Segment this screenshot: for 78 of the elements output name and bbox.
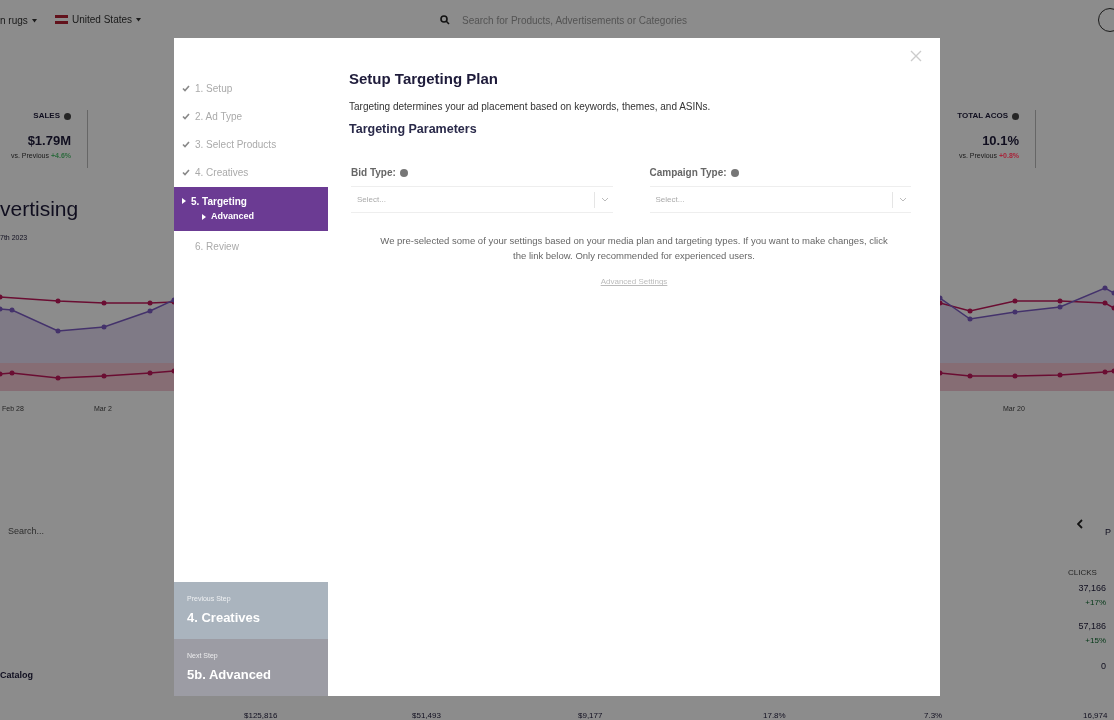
step-item[interactable]: 2. Ad Type <box>174 102 328 130</box>
step-item[interactable]: 5. Targeting Advanced <box>174 187 328 231</box>
step-item[interactable]: 4. Creatives <box>174 158 328 186</box>
sub-step-item[interactable]: Advanced <box>211 210 254 224</box>
data-point <box>55 375 61 381</box>
metric-value: $1.79M <box>27 132 71 150</box>
field-label: Bid Type: <box>351 166 396 181</box>
metric-label: TOTAL ACOS <box>957 110 1008 122</box>
table-cell: 16,974 <box>1083 711 1108 720</box>
data-point <box>9 370 15 376</box>
search-icon <box>440 15 450 25</box>
data-point <box>1111 290 1114 296</box>
metric-label: SALES <box>33 110 60 122</box>
data-point <box>1012 309 1018 315</box>
caret-icon <box>182 198 186 204</box>
field-label: Campaign Type: <box>649 166 727 181</box>
select-field[interactable]: Select... <box>649 186 911 214</box>
data-point <box>0 371 3 377</box>
data-point <box>967 308 973 314</box>
data-point <box>1111 368 1114 374</box>
step-item[interactable]: 6. Review <box>174 232 328 260</box>
info-icon <box>64 112 71 120</box>
chevron-down-icon <box>899 197 907 203</box>
data-point <box>1102 285 1108 291</box>
data-point <box>55 328 61 334</box>
info-icon <box>399 168 408 177</box>
table-cell: $125,816 <box>244 711 278 720</box>
chevron-down-icon <box>600 197 609 203</box>
info-icon <box>1012 112 1019 120</box>
data-point <box>1111 305 1114 311</box>
country-selector[interactable]: United States <box>55 12 142 27</box>
store-selector[interactable]: n rugs <box>0 13 37 28</box>
change-label: +15% <box>1085 634 1106 647</box>
data-point <box>55 298 61 304</box>
step-item[interactable]: 3. Select Products <box>174 130 328 158</box>
step-item[interactable]: 1. Setup <box>174 74 328 102</box>
data-point <box>967 373 973 379</box>
info-icon <box>730 168 739 177</box>
data-point <box>1012 298 1018 304</box>
data-point <box>0 294 3 300</box>
row-label: Catalog <box>0 670 33 680</box>
table-cell: 7.3% <box>924 711 943 720</box>
column-header[interactable]: CLICKS <box>1068 568 1097 577</box>
select-field[interactable]: Select... <box>351 186 613 214</box>
caret-icon <box>31 18 37 23</box>
data-point <box>101 373 107 379</box>
flag-icon <box>55 15 68 24</box>
data-point <box>1012 373 1018 379</box>
data-point <box>147 370 153 376</box>
data-point <box>967 316 973 322</box>
table-cell-text: 0 <box>1101 660 1106 673</box>
table-cell: $51,493 <box>412 711 441 720</box>
table-cell: $9,177 <box>578 711 603 720</box>
section-heading: Targeting Parameters <box>349 120 478 138</box>
table-cell: 17.8% <box>763 711 786 720</box>
page-label: P <box>1105 527 1111 537</box>
advanced-settings-link[interactable]: Advanced Settings <box>600 276 668 289</box>
caret-icon <box>136 17 142 22</box>
caret-icon <box>202 214 206 220</box>
table-cell-text: 57,186 <box>1078 620 1106 633</box>
page-title: vertising <box>0 197 79 220</box>
data-point <box>1102 300 1108 306</box>
search-field[interactable]: Search... <box>0 526 45 536</box>
data-point <box>101 300 107 306</box>
info-note: We pre-selected some of your settings based on your media plan and targeting types. If you want to make changes, click the link below. Only recommended for experienced users. <box>379 234 889 264</box>
description: Targeting determines your ad placement based on keywords, themes, and ASINs. <box>349 99 712 114</box>
data-point <box>9 307 15 313</box>
data-point <box>147 300 153 306</box>
data-point <box>101 324 107 330</box>
data-point <box>147 308 153 314</box>
change-label: +17% <box>1085 596 1106 609</box>
table-cell-text: 37,166 <box>1078 582 1106 595</box>
data-point <box>1102 369 1108 375</box>
modal-title: Setup Targeting Plan <box>349 69 499 89</box>
metric-value: 10.1% <box>982 132 1019 150</box>
data-point <box>0 306 3 312</box>
chevron-left-icon[interactable] <box>1077 519 1083 529</box>
data-point <box>1057 372 1063 378</box>
